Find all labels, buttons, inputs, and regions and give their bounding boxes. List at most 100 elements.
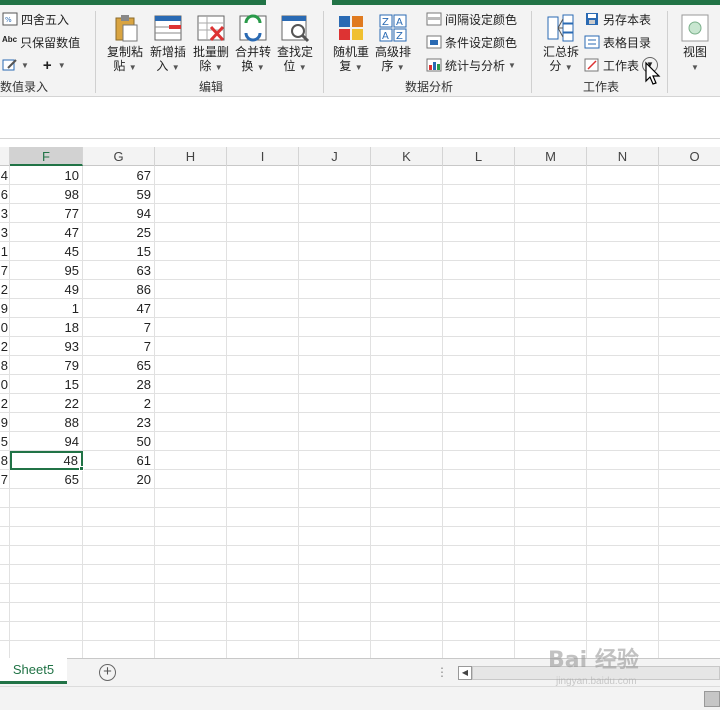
cell-i[interactable] [227, 185, 299, 204]
advanced-sort-button[interactable]: ZAAZ 高级排 序 ▼ [372, 11, 414, 83]
cell-f[interactable]: 79 [10, 356, 83, 375]
cell-l[interactable] [443, 470, 515, 489]
cell-n[interactable] [587, 394, 659, 413]
cell-i[interactable] [227, 375, 299, 394]
cell-e[interactable]: 6 [0, 185, 10, 204]
cell-j[interactable] [299, 204, 371, 223]
cell-e[interactable] [0, 584, 10, 603]
cell-j[interactable] [299, 280, 371, 299]
plus-icon[interactable]: + [43, 57, 52, 74]
cell-o[interactable] [659, 261, 720, 280]
cell-l[interactable] [443, 166, 515, 185]
cell-g[interactable] [83, 641, 155, 658]
cell-n[interactable] [587, 337, 659, 356]
cell-m[interactable] [515, 356, 587, 375]
cell-j[interactable] [299, 261, 371, 280]
cell-g[interactable]: 86 [83, 280, 155, 299]
cell-f[interactable]: 65 [10, 470, 83, 489]
cell-n[interactable] [587, 470, 659, 489]
cell-f[interactable] [10, 603, 83, 622]
cell-n[interactable] [587, 451, 659, 470]
cell-n[interactable] [587, 508, 659, 527]
cell-o[interactable] [659, 299, 720, 318]
cell-h[interactable] [155, 641, 227, 658]
cell-l[interactable] [443, 413, 515, 432]
cell-h[interactable] [155, 527, 227, 546]
cell-i[interactable] [227, 565, 299, 584]
cell-o[interactable] [659, 489, 720, 508]
cell-h[interactable] [155, 489, 227, 508]
cell-h[interactable] [155, 470, 227, 489]
cell-l[interactable] [443, 280, 515, 299]
edit-dropdown-caret[interactable]: ▼ [21, 61, 29, 70]
cell-o[interactable] [659, 318, 720, 337]
cell-g[interactable]: 50 [83, 432, 155, 451]
cell-i[interactable] [227, 584, 299, 603]
cell-h[interactable] [155, 280, 227, 299]
cell-m[interactable] [515, 546, 587, 565]
cell-l[interactable] [443, 432, 515, 451]
cell-f[interactable] [10, 622, 83, 641]
cell-h[interactable] [155, 204, 227, 223]
cell-h[interactable] [155, 185, 227, 204]
column-header-n[interactable]: N [587, 147, 659, 166]
cell-h[interactable] [155, 261, 227, 280]
cell-i[interactable] [227, 546, 299, 565]
cell-e[interactable]: 3 [0, 223, 10, 242]
cell-l[interactable] [443, 337, 515, 356]
cell-j[interactable] [299, 470, 371, 489]
cell-g[interactable]: 23 [83, 413, 155, 432]
cell-f[interactable]: 22 [10, 394, 83, 413]
cell-n[interactable] [587, 546, 659, 565]
cell-h[interactable] [155, 451, 227, 470]
cell-e[interactable]: 1 [0, 242, 10, 261]
cell-f[interactable] [10, 508, 83, 527]
cell-f[interactable] [10, 565, 83, 584]
cell-k[interactable] [371, 413, 443, 432]
cell-k[interactable] [371, 337, 443, 356]
cell-k[interactable] [371, 622, 443, 641]
cell-g[interactable]: 67 [83, 166, 155, 185]
cell-e[interactable]: 9 [0, 413, 10, 432]
cell-j[interactable] [299, 356, 371, 375]
cell-h[interactable] [155, 166, 227, 185]
column-header-h[interactable]: H [155, 147, 227, 166]
cell-i[interactable] [227, 223, 299, 242]
cell-h[interactable] [155, 622, 227, 641]
cell-e[interactable]: 2 [0, 394, 10, 413]
cell-e[interactable] [0, 489, 10, 508]
cell-e[interactable] [0, 508, 10, 527]
cell-g[interactable]: 20 [83, 470, 155, 489]
cell-g[interactable] [83, 603, 155, 622]
cell-f[interactable]: 1 [10, 299, 83, 318]
cell-j[interactable] [299, 584, 371, 603]
cell-g[interactable]: 59 [83, 185, 155, 204]
cell-o[interactable] [659, 527, 720, 546]
cell-m[interactable] [515, 432, 587, 451]
insert-button[interactable]: 新增插 入 ▼ [147, 11, 189, 83]
cell-m[interactable] [515, 261, 587, 280]
cell-m[interactable] [515, 185, 587, 204]
cell-k[interactable] [371, 261, 443, 280]
cell-g[interactable] [83, 508, 155, 527]
cell-h[interactable] [155, 546, 227, 565]
cell-n[interactable] [587, 242, 659, 261]
cell-h[interactable] [155, 394, 227, 413]
cell-j[interactable] [299, 337, 371, 356]
cell-e[interactable]: 7 [0, 261, 10, 280]
cell-h[interactable] [155, 337, 227, 356]
cell-n[interactable] [587, 185, 659, 204]
cell-m[interactable] [515, 394, 587, 413]
cell-j[interactable] [299, 546, 371, 565]
add-sheet-button[interactable]: + [99, 664, 116, 681]
cell-o[interactable] [659, 622, 720, 641]
merge-convert-button[interactable]: 合并转 换 ▼ [232, 11, 274, 83]
cell-k[interactable] [371, 641, 443, 658]
cell-j[interactable] [299, 413, 371, 432]
cell-i[interactable] [227, 470, 299, 489]
cell-g[interactable] [83, 546, 155, 565]
cell-l[interactable] [443, 375, 515, 394]
cell-k[interactable] [371, 527, 443, 546]
cell-g[interactable]: 7 [83, 337, 155, 356]
cell-h[interactable] [155, 356, 227, 375]
